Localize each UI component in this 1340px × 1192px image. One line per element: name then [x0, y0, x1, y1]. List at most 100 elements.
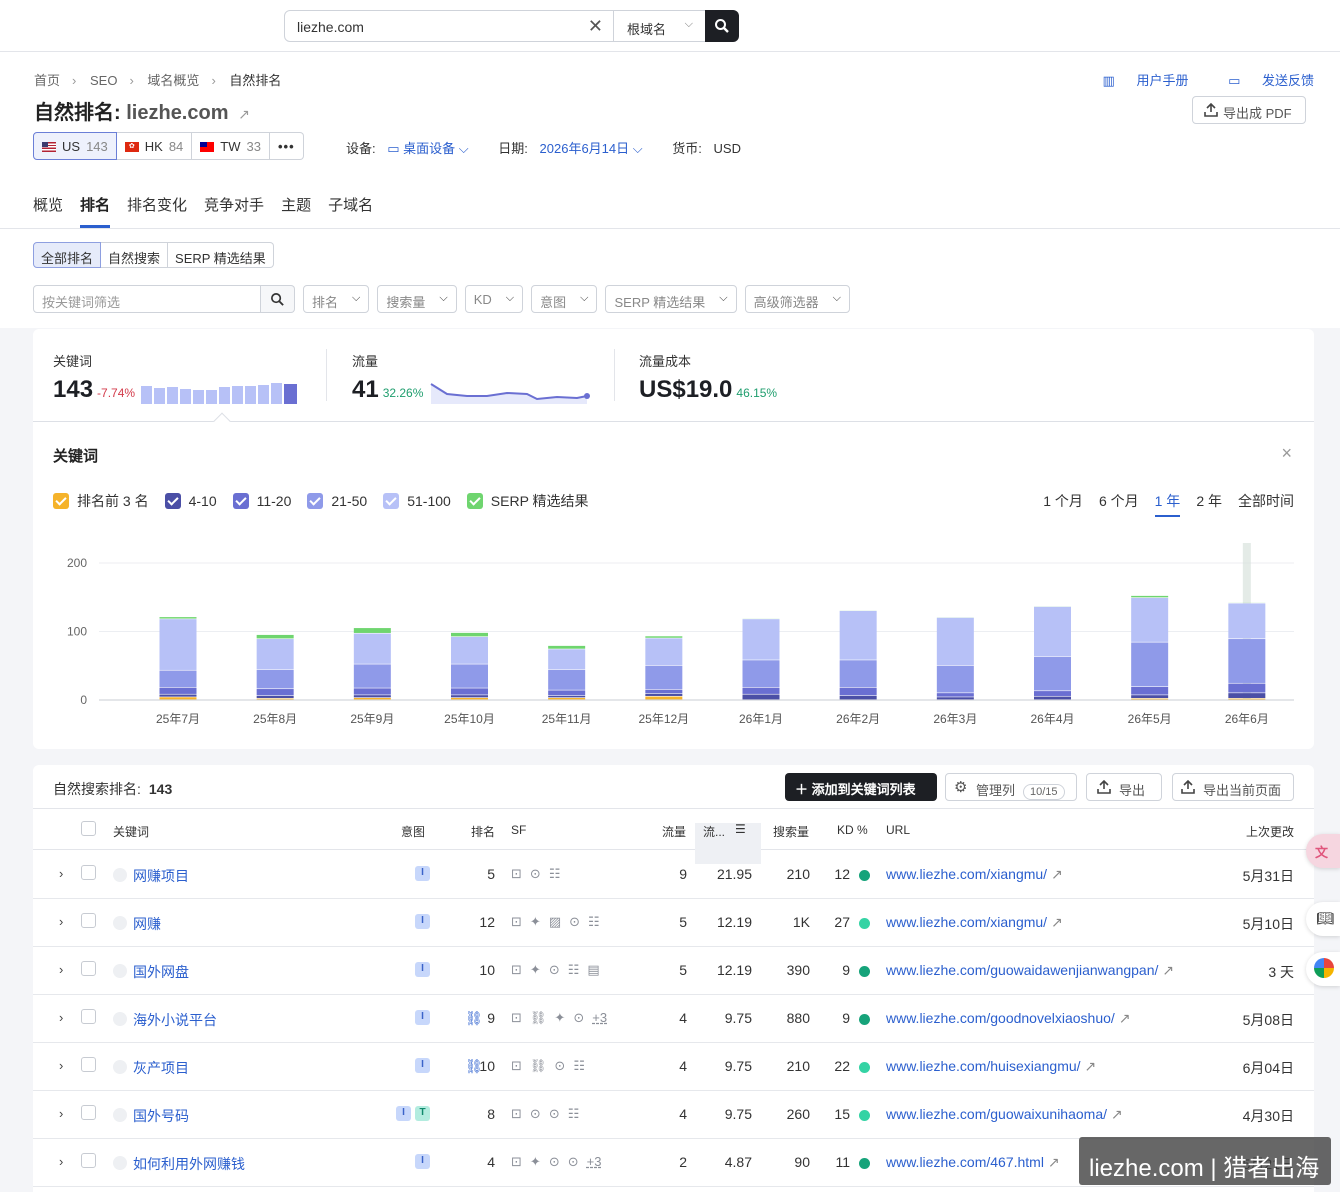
- keyword-link[interactable]: 海外小说平台: [113, 1010, 217, 1030]
- expand-chevron-icon[interactable]: ›: [59, 1154, 63, 1169]
- expand-chevron-icon[interactable]: ›: [59, 1010, 63, 1025]
- legend-item[interactable]: 21-50: [307, 491, 367, 511]
- subtab-serp-features[interactable]: SERP 精选结果: [168, 242, 274, 268]
- row-checkbox[interactable]: [81, 1153, 96, 1168]
- expand-chevron-icon[interactable]: ›: [59, 962, 63, 977]
- col-volume[interactable]: 搜索量: [773, 823, 809, 840]
- col-sf[interactable]: SF: [511, 823, 526, 837]
- sort-icon[interactable]: ☰: [735, 822, 746, 836]
- tab-overview[interactable]: 概览: [33, 194, 63, 228]
- extension-button[interactable]: [1306, 952, 1340, 986]
- export-button[interactable]: 导出: [1086, 773, 1162, 801]
- external-link-icon[interactable]: ↗: [1111, 1106, 1123, 1122]
- page-title-domain[interactable]: liezhe.com: [126, 102, 228, 124]
- stat-traffic[interactable]: 流量 41 32.26%: [352, 351, 591, 404]
- keyword-link[interactable]: 如何利用外网赚钱: [113, 1154, 245, 1174]
- user-manual-link[interactable]: ▥ 用户手册: [1085, 73, 1189, 88]
- keyword-link[interactable]: 灰产项目: [113, 1058, 189, 1078]
- more-features-link[interactable]: +3: [592, 1010, 607, 1026]
- expand-chevron-icon[interactable]: ›: [59, 866, 63, 881]
- col-intent[interactable]: 意图: [401, 823, 425, 840]
- external-link-icon[interactable]: ↗: [238, 106, 250, 122]
- breadcrumb-seo[interactable]: SEO: [90, 73, 117, 88]
- domain-search-input[interactable]: liezhe.com ✕: [284, 10, 614, 42]
- legend-item[interactable]: 51-100: [383, 491, 451, 511]
- time-range-option[interactable]: 全部时间: [1238, 491, 1294, 517]
- feedback-link[interactable]: ▭ 发送反馈: [1210, 73, 1314, 88]
- col-kd[interactable]: KD %: [837, 823, 868, 837]
- db-tw[interactable]: TW 33: [192, 132, 270, 160]
- db-us[interactable]: US 143: [33, 132, 117, 160]
- tab-topics[interactable]: 主题: [281, 194, 311, 228]
- external-link-icon[interactable]: ↗: [1084, 1058, 1096, 1074]
- col-keyword[interactable]: 关键词: [113, 823, 149, 840]
- clear-icon[interactable]: ✕: [588, 16, 603, 37]
- keyword-filter-input[interactable]: 按关键词筛选: [33, 285, 261, 313]
- export-pdf-button[interactable]: 导出成 PDF: [1192, 96, 1306, 124]
- table-row[interactable]: › 国外网盘 I 10 ⊡ ✦ ⊙ ☷ ▤ 5 12.19 390 9 www.liezhe.com/gu…: [33, 947, 1314, 995]
- url-link[interactable]: www.liezhe.com/guowaixunihaoma/ ↗: [886, 1106, 1123, 1123]
- keyword-link[interactable]: 网赚项目: [113, 866, 189, 886]
- tab-competitors[interactable]: 竞争对手: [204, 194, 264, 228]
- col-updated[interactable]: 上次更改: [1246, 823, 1294, 840]
- col-url[interactable]: URL: [886, 823, 910, 837]
- translate-button[interactable]: 文: [1306, 834, 1340, 868]
- time-range-option[interactable]: 2 年: [1196, 491, 1222, 517]
- date-select[interactable]: 2026年6月14日 ⌵: [540, 141, 643, 156]
- row-checkbox[interactable]: [81, 1009, 96, 1024]
- close-icon[interactable]: ×: [1281, 443, 1292, 464]
- url-link[interactable]: www.liezhe.com/xiangmu/ ↗: [886, 914, 1063, 931]
- col-traffic[interactable]: 流量: [662, 823, 686, 840]
- url-link[interactable]: www.liezhe.com/xiangmu/ ↗: [886, 866, 1063, 883]
- filter-advanced-dropdown[interactable]: 高级筛选器 ⌵: [744, 285, 850, 313]
- time-range-option[interactable]: 1 个月: [1043, 491, 1083, 517]
- legend-checkbox[interactable]: [307, 493, 324, 509]
- more-features-link[interactable]: +3: [587, 1154, 602, 1170]
- manage-columns-button[interactable]: ⚙ 管理列 10/15: [945, 773, 1077, 801]
- url-link[interactable]: www.liezhe.com/guowaidawenjianwangpan/ ↗: [886, 962, 1174, 979]
- select-all-checkbox[interactable]: [81, 821, 96, 836]
- filter-volume-dropdown[interactable]: 搜索量 ⌵: [377, 285, 457, 313]
- legend-checkbox[interactable]: [466, 493, 483, 509]
- device-select[interactable]: ▭ 桌面设备 ⌵: [387, 141, 468, 156]
- expand-chevron-icon[interactable]: ›: [59, 1058, 63, 1073]
- external-link-icon[interactable]: ↗: [1048, 1154, 1060, 1170]
- filter-rank-dropdown[interactable]: 排名 ⌵: [303, 285, 370, 313]
- external-link-icon[interactable]: ↗: [1051, 866, 1063, 882]
- table-row[interactable]: › 海外小说平台 I ⛓ 9 ⊡ ⛓ ✦ ⊙ +3 4 9.75 880 9 www.liezhe.com/…: [33, 995, 1314, 1043]
- table-row[interactable]: › 国外号码 I T 8 ⊡ ⊙ ⊙ ☷ 4 9.75 260 15 www.liezhe.com/guo…: [33, 1091, 1314, 1139]
- legend-item[interactable]: SERP 精选结果: [466, 491, 589, 511]
- legend-checkbox[interactable]: [53, 493, 69, 509]
- breadcrumb-domain-overview[interactable]: 域名概览: [147, 73, 199, 88]
- db-hk[interactable]: ✿ HK 84: [116, 132, 193, 160]
- legend-item[interactable]: 11-20: [232, 491, 291, 511]
- url-link[interactable]: www.liezhe.com/goodnovelxiaoshuo/ ↗: [886, 1010, 1130, 1027]
- keyword-filter-button[interactable]: [261, 285, 295, 313]
- filter-serp-dropdown[interactable]: SERP 精选结果 ⌵: [605, 285, 737, 313]
- reader-button[interactable]: 📖︎: [1306, 902, 1340, 936]
- keyword-link[interactable]: 国外号码: [113, 1106, 189, 1126]
- subtab-all[interactable]: 全部排名: [33, 242, 102, 268]
- url-link[interactable]: www.liezhe.com/467.html ↗: [886, 1154, 1060, 1171]
- tab-subdomains[interactable]: 子域名: [328, 194, 373, 228]
- external-link-icon[interactable]: ↗: [1162, 962, 1174, 978]
- external-link-icon[interactable]: ↗: [1051, 914, 1063, 930]
- filter-kd-dropdown[interactable]: KD ⌵: [464, 285, 524, 313]
- scope-select[interactable]: 根域名 ⌵: [614, 10, 706, 42]
- legend-checkbox[interactable]: [232, 493, 249, 509]
- tab-rankings[interactable]: 排名: [80, 194, 111, 228]
- url-link[interactable]: www.liezhe.com/huisexiangmu/ ↗: [886, 1058, 1096, 1075]
- tab-ranking-changes[interactable]: 排名变化: [127, 194, 187, 228]
- add-to-keyword-list-button[interactable]: ＋ 添加到关键词列表: [785, 773, 937, 801]
- legend-checkbox[interactable]: [164, 493, 181, 509]
- row-checkbox[interactable]: [81, 913, 96, 928]
- keyword-link[interactable]: 国外网盘: [113, 962, 189, 982]
- table-row[interactable]: › 网赚 I 12 ⊡ ✦ ▨ ⊙ ☷ 5 12.19 1K 27 www.liezhe.com/xian…: [33, 899, 1314, 947]
- table-row[interactable]: › 网赚项目 I 5 ⊡ ⊙ ☷ 9 21.95 210 12 www.liezhe.com/xian…: [33, 851, 1314, 899]
- legend-item[interactable]: 排名前 3 名: [53, 491, 149, 511]
- legend-item[interactable]: 4-10: [164, 491, 217, 511]
- keyword-link[interactable]: 网赚: [113, 914, 161, 934]
- row-checkbox[interactable]: [81, 1057, 96, 1072]
- time-range-option[interactable]: 6 个月: [1099, 491, 1139, 517]
- export-page-button[interactable]: 导出当前页面: [1172, 773, 1294, 801]
